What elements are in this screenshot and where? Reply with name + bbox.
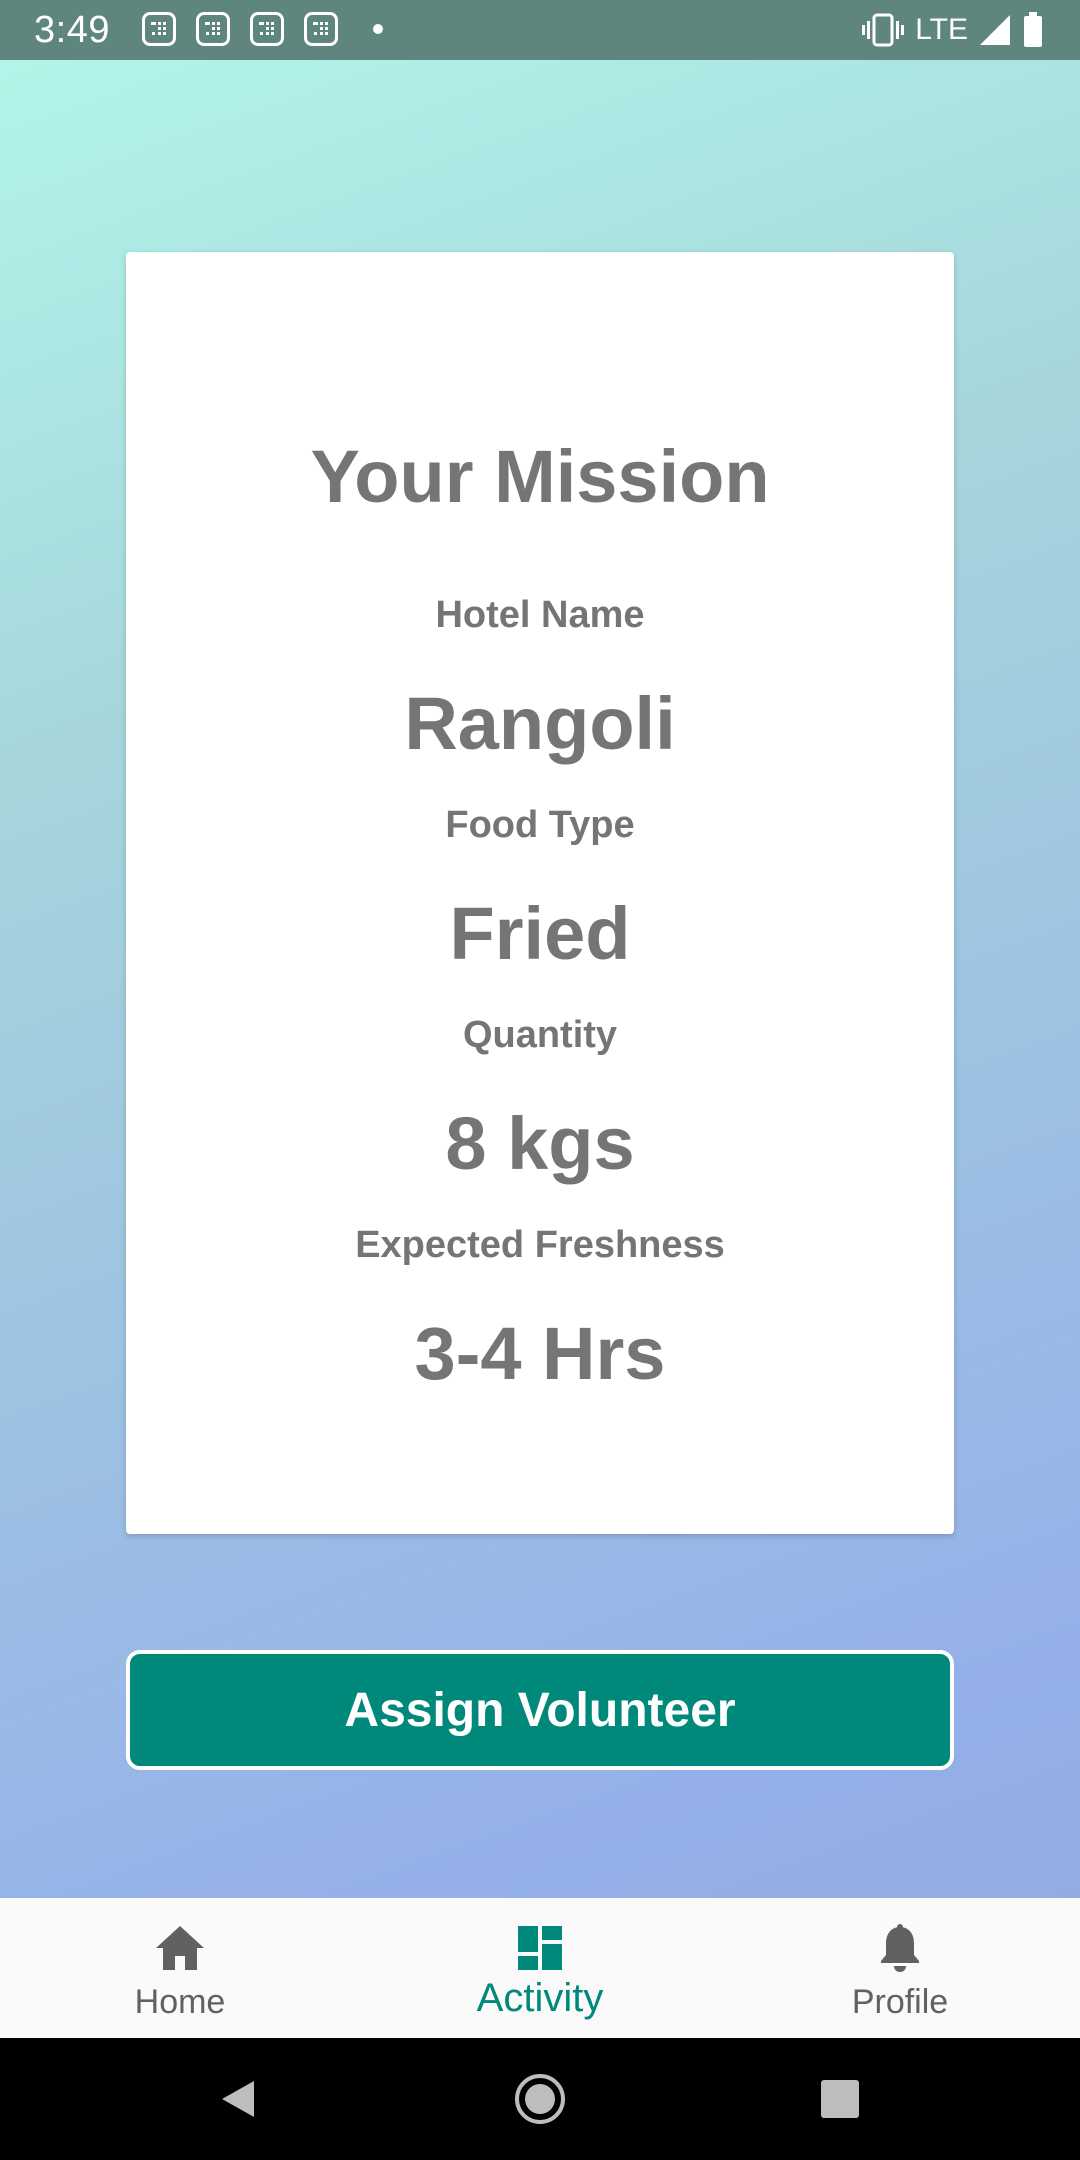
quantity-value: 8 kgs xyxy=(445,1102,635,1185)
home-icon xyxy=(152,1920,208,1976)
notification-icon xyxy=(142,12,176,46)
nav-label-activity: Activity xyxy=(476,1976,604,2020)
recents-button[interactable] xyxy=(780,2038,900,2160)
expected-freshness-value: 3-4 Hrs xyxy=(414,1312,666,1395)
system-navigation-bar xyxy=(0,2038,1080,2160)
network-type: LTE xyxy=(915,13,968,46)
assign-volunteer-button[interactable]: Assign Volunteer xyxy=(126,1650,954,1770)
notification-icons xyxy=(142,12,338,46)
battery-icon xyxy=(1024,12,1042,47)
back-icon xyxy=(222,2081,254,2117)
status-bar: 3:49 LTE xyxy=(0,0,1080,60)
bell-icon xyxy=(872,1920,928,1976)
food-type-label: Food Type xyxy=(445,804,635,846)
nav-item-profile[interactable]: Profile xyxy=(720,1898,1080,2038)
signal-icon xyxy=(980,15,1010,45)
hotel-name-label: Hotel Name xyxy=(435,594,645,636)
vibrate-icon xyxy=(862,13,905,47)
food-type-value: Fried xyxy=(449,892,631,975)
dashboard-icon xyxy=(512,1920,568,1976)
hotel-name-value: Rangoli xyxy=(404,682,676,765)
nav-item-activity[interactable]: Activity xyxy=(360,1898,720,2038)
more-notifications-dot-icon xyxy=(373,24,383,34)
status-right: LTE xyxy=(861,10,1044,50)
bottom-navigation: Home Activity Profile xyxy=(0,1898,1080,2038)
home-system-button[interactable] xyxy=(480,2038,600,2160)
notification-icon xyxy=(304,12,338,46)
recents-icon xyxy=(821,2080,859,2118)
nav-label-home: Home xyxy=(134,1983,226,2021)
status-time: 3:49 xyxy=(34,9,110,51)
home-circle-icon xyxy=(515,2074,565,2124)
quantity-label: Quantity xyxy=(462,1014,618,1056)
card-title: Your Mission xyxy=(310,435,770,518)
back-button[interactable] xyxy=(178,2038,298,2160)
notification-icon xyxy=(250,12,284,46)
expected-freshness-label: Expected Freshness xyxy=(355,1224,725,1266)
nav-item-home[interactable]: Home xyxy=(0,1898,360,2038)
notification-icon xyxy=(196,12,230,46)
nav-label-profile: Profile xyxy=(851,1983,949,2021)
